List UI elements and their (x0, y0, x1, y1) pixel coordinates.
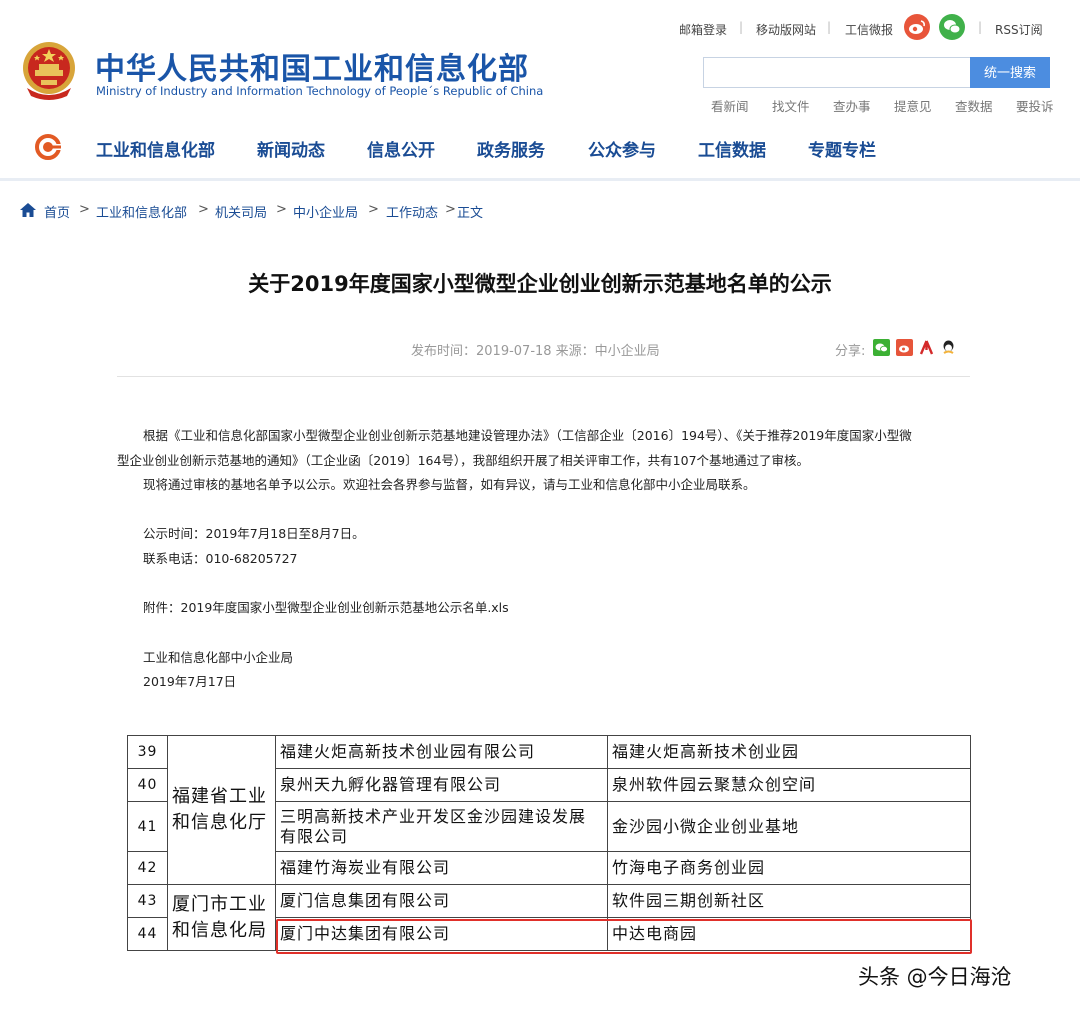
nav-item-miit[interactable]: 工业和信息化部 (96, 136, 215, 161)
company-name: 福建竹海炭业有限公司 (275, 851, 608, 885)
company-name-line-1: 三明高新技术产业开发区金沙园建设发展 (280, 806, 587, 826)
breadcrumb-departments[interactable]: 机关司局 (215, 202, 267, 221)
separator: | (978, 20, 983, 34)
breadcrumb-separator: > (445, 202, 456, 217)
nav-item-info-disclosure[interactable]: 信息公开 (367, 136, 435, 161)
company-name-line-2: 有限公司 (280, 826, 349, 846)
company-name: 厦门中达集团有限公司 (275, 917, 608, 951)
article-meta: 发布时间：2019-07-18 来源：中小企业局 (411, 344, 660, 359)
separator: | (739, 20, 744, 34)
company-name: 福建火炬高新技术创业园有限公司 (275, 735, 608, 769)
breadcrumb-miit[interactable]: 工业和信息化部 (96, 202, 187, 221)
region-xiamen-line-2: 和信息化局 (172, 919, 267, 941)
article-paragraph-1-line-2: 型企业创业创新示范基地的通知》（工企业函〔2019〕164号），我部组织开展了相… (117, 453, 810, 468)
quick-link-data[interactable]: 查数据 (955, 96, 993, 115)
site-title-en[interactable]: Ministry of Industry and Information Tec… (96, 84, 543, 98)
share-label: 分享: (835, 344, 866, 359)
article-paragraph-1-line-1: 根据《工业和信息化部国家小型微型企业创业创新示范基地建设管理办法》（工信部企业〔… (143, 428, 912, 443)
wechat-icon[interactable] (939, 14, 965, 40)
article-paragraph-2: 现将通过审核的基地名单予以公示。欢迎社会各界参与监督，如有异议，请与工业和信息化… (143, 477, 756, 492)
signature-date: 2019年7月17日 (143, 674, 237, 689)
attachment-link[interactable]: 附件：2019年度国家小型微型企业创业创新示范基地公示名单.xls (143, 597, 509, 616)
national-emblem-icon (23, 42, 75, 100)
article-title: 关于2019年度国家小型微型企业创业创新示范基地名单的公示 (248, 272, 832, 296)
breadcrumb-separator: > (79, 202, 90, 217)
share-renren-icon[interactable] (918, 339, 935, 356)
nav-item-gov-services[interactable]: 政务服务 (477, 136, 545, 161)
share-wechat-icon[interactable] (873, 339, 890, 356)
nav-item-data[interactable]: 工信数据 (698, 136, 766, 161)
company-name: 泉州天九孵化器管理有限公司 (275, 768, 608, 802)
share-weibo-icon[interactable] (896, 339, 913, 356)
base-name: 中达电商园 (607, 917, 971, 951)
weibao-link[interactable]: 工信微报 (845, 21, 893, 38)
quick-link-feedback[interactable]: 提意见 (894, 96, 932, 115)
site-header: 中华人民共和国工业和信息化部 Ministry of Industry and … (0, 0, 1080, 181)
quick-link-services[interactable]: 查办事 (833, 96, 871, 115)
home-icon[interactable] (20, 203, 36, 217)
breadcrumb-home[interactable]: 首页 (44, 202, 70, 221)
rss-link[interactable]: RSS订阅 (995, 21, 1043, 38)
mobile-site-link[interactable]: 移动版网站 (756, 21, 816, 38)
table-row: 43 厦门市工业 和信息化局 厦门信息集团有限公司 软件园三期创新社区 (127, 884, 971, 951)
base-name: 竹海电子商务创业园 (607, 851, 971, 885)
share-qq-icon[interactable] (940, 339, 957, 356)
base-name: 软件园三期创新社区 (607, 884, 971, 918)
miit-logo-icon[interactable] (33, 133, 63, 161)
breadcrumb-separator: > (198, 202, 209, 217)
base-list-table: 39 福建省工业 和信息化厅 福建火炬高新技术创业园有限公司 福建火炬高新技术创… (127, 735, 971, 951)
region-xiamen: 厦门市工业 和信息化局 (167, 884, 276, 951)
row-number: 42 (127, 851, 168, 885)
breadcrumb-sme-bureau[interactable]: 中小企业局 (293, 202, 358, 221)
base-name: 泉州软件园云聚慧众创空间 (607, 768, 971, 802)
row-number: 39 (127, 735, 168, 769)
base-name: 金沙园小微企业创业基地 (607, 801, 971, 852)
breadcrumb-work-news[interactable]: 工作动态 (386, 202, 438, 221)
contact-phone: 联系电话：010-68205727 (143, 551, 298, 566)
weibo-icon[interactable] (904, 14, 930, 40)
notice-time: 公示时间：2019年7月18日至8月7日。 (143, 526, 365, 541)
search-button[interactable]: 统一搜索 (970, 57, 1050, 88)
nav-item-special[interactable]: 专题专栏 (808, 136, 876, 161)
meta-divider (117, 376, 970, 377)
breadcrumb-separator: > (368, 202, 379, 217)
quick-link-news[interactable]: 看新闻 (711, 96, 749, 115)
watermark: 头条 @今日海沧 (858, 965, 1012, 989)
signature-org: 工业和信息化部中小企业局 (143, 650, 294, 665)
nav-item-news[interactable]: 新闻动态 (257, 136, 325, 161)
region-fujian-line-1: 福建省工业 (172, 786, 267, 807)
search-input[interactable] (703, 57, 971, 88)
company-name: 厦门信息集团有限公司 (275, 884, 608, 918)
quick-link-complaint[interactable]: 要投诉 (1016, 96, 1054, 115)
row-number: 43 (127, 884, 168, 918)
header-divider (0, 178, 1080, 181)
region-fujian: 福建省工业 和信息化厅 (167, 735, 276, 885)
email-login-link[interactable]: 邮箱登录 (679, 21, 727, 38)
top-links: 邮箱登录 | 移动版网站 | 工信微报 | RSS订阅 (660, 14, 1060, 40)
row-number: 44 (127, 917, 168, 951)
row-number: 40 (127, 768, 168, 802)
row-number: 41 (127, 801, 168, 852)
region-xiamen-line-1: 厦门市工业 (172, 893, 267, 915)
base-name: 福建火炬高新技术创业园 (607, 735, 971, 769)
region-fujian-line-2: 和信息化厅 (172, 812, 267, 833)
quick-link-files[interactable]: 找文件 (772, 96, 810, 115)
breadcrumb-separator: > (276, 202, 287, 217)
breadcrumb-current: 正文 (457, 206, 484, 221)
table-row: 39 福建省工业 和信息化厅 福建火炬高新技术创业园有限公司 福建火炬高新技术创… (127, 735, 971, 885)
nav-item-participation[interactable]: 公众参与 (588, 136, 656, 161)
site-title-cn[interactable]: 中华人民共和国工业和信息化部 (95, 44, 529, 88)
separator: | (827, 20, 832, 34)
company-name: 三明高新技术产业开发区金沙园建设发展 有限公司 (275, 801, 608, 852)
